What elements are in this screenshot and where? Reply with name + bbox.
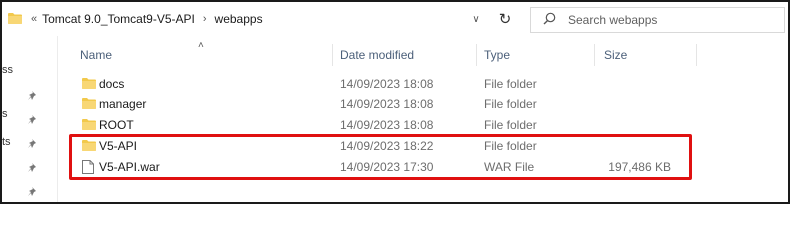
column-divider[interactable] xyxy=(594,44,595,66)
file-type: File folder xyxy=(484,118,537,132)
folder-icon xyxy=(82,118,96,133)
search-input[interactable] xyxy=(568,13,768,27)
folder-icon xyxy=(82,97,96,112)
column-date-modified[interactable]: Date modified xyxy=(340,48,414,62)
list-item[interactable]: docs 14/09/2023 18:08 File folder xyxy=(74,74,684,94)
search-box[interactable] xyxy=(530,7,785,33)
column-divider[interactable] xyxy=(696,44,697,66)
pin-icon[interactable] xyxy=(28,162,38,172)
breadcrumb-separator[interactable]: › xyxy=(203,13,207,25)
column-header: ˄ Name Date modified Type Size xyxy=(62,40,782,68)
pin-icon[interactable] xyxy=(28,186,38,196)
file-date: 14/09/2023 18:08 xyxy=(340,97,434,111)
refresh-icon[interactable]: ↻ xyxy=(494,7,516,31)
pin-icon[interactable] xyxy=(28,138,38,148)
overflow-chevron[interactable]: « xyxy=(31,13,37,25)
nav-item-label[interactable]: s xyxy=(2,108,8,120)
column-divider[interactable] xyxy=(476,44,477,66)
address-bar[interactable]: « Tomcat 9.0_Tomcat9-V5-API › webapps ∨ … xyxy=(4,7,519,31)
file-type: File folder xyxy=(484,77,537,91)
column-size[interactable]: Size xyxy=(604,48,627,62)
highlight-box xyxy=(69,134,692,180)
file-date: 14/09/2023 18:08 xyxy=(340,77,434,91)
column-type[interactable]: Type xyxy=(484,48,510,62)
column-divider[interactable] xyxy=(332,44,333,66)
pin-icon[interactable] xyxy=(28,114,38,124)
breadcrumb-tomcat[interactable]: Tomcat 9.0_Tomcat9-V5-API xyxy=(42,12,195,26)
search-icon xyxy=(543,12,556,28)
nav-item-label[interactable]: ts xyxy=(2,136,11,148)
navigation-pane: ss s ts xyxy=(2,36,58,202)
file-name: docs xyxy=(99,77,125,91)
pin-icon[interactable] xyxy=(28,90,38,100)
list-item[interactable]: ROOT 14/09/2023 18:08 File folder xyxy=(74,115,684,135)
folder-icon xyxy=(82,77,96,92)
nav-item-label[interactable]: ss xyxy=(2,64,13,76)
file-name: manager xyxy=(99,97,147,111)
folder-icon xyxy=(8,12,22,27)
column-name[interactable]: Name xyxy=(80,48,112,62)
file-name: ROOT xyxy=(99,118,134,132)
list-item[interactable]: manager 14/09/2023 18:08 File folder xyxy=(74,94,684,114)
breadcrumb-webapps[interactable]: webapps xyxy=(215,12,263,26)
sort-ascending-icon: ˄ xyxy=(198,40,204,51)
toolbar: « Tomcat 9.0_Tomcat9-V5-API › webapps ∨ … xyxy=(2,2,788,36)
file-type: File folder xyxy=(484,97,537,111)
chevron-down-icon[interactable]: ∨ xyxy=(466,7,486,31)
file-date: 14/09/2023 18:08 xyxy=(340,118,434,132)
